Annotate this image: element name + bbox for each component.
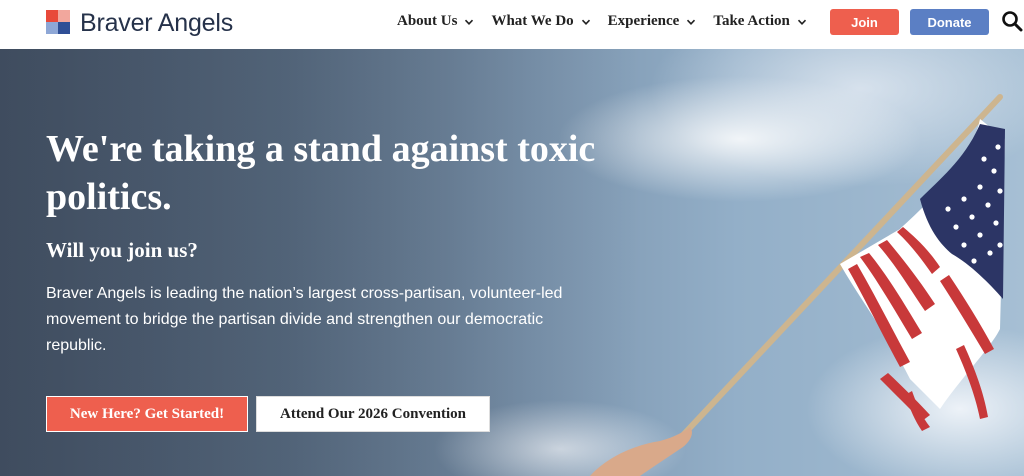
hero-description: Braver Angels is leading the nation’s la… [46,285,563,354]
nav-item-label: What We Do [491,13,574,29]
nav-item-take-action[interactable]: Take Action [713,13,807,30]
chevron-down-icon [687,19,696,25]
nav-item-experience[interactable]: Experience [608,13,697,30]
get-started-button[interactable]: New Here? Get Started! [46,396,248,432]
nav-item-what-we-do[interactable]: What We Do [491,13,590,30]
flag-image [590,94,1005,476]
nav-item-label: About Us [397,13,458,29]
site-header: Braver Angels About Us What We Do Experi… [0,0,1024,49]
hero-title: We're taking a stand against toxic polit… [46,128,596,218]
hero-subtitle: Will you join us? [46,238,198,262]
logo-mark-icon [46,10,72,36]
site-logo[interactable]: Braver Angels [46,10,233,36]
search-icon [1002,11,1023,32]
chevron-down-icon [797,19,806,25]
chevron-down-icon [581,19,590,25]
nav-item-about-us[interactable]: About Us [397,13,474,30]
attend-convention-button[interactable]: Attend Our 2026 Convention [256,396,490,432]
nav-item-label: Take Action [713,13,790,29]
main-nav: About Us What We Do Experience Take Acti… [397,13,824,30]
join-button[interactable]: Join [830,9,899,35]
chevron-down-icon [465,19,474,25]
hero-section: We're taking a stand against toxic polit… [0,49,1024,476]
logo-text: Braver Angels [80,9,234,37]
search-button[interactable] [1000,9,1024,33]
donate-button[interactable]: Donate [910,9,989,35]
nav-item-label: Experience [607,13,680,29]
